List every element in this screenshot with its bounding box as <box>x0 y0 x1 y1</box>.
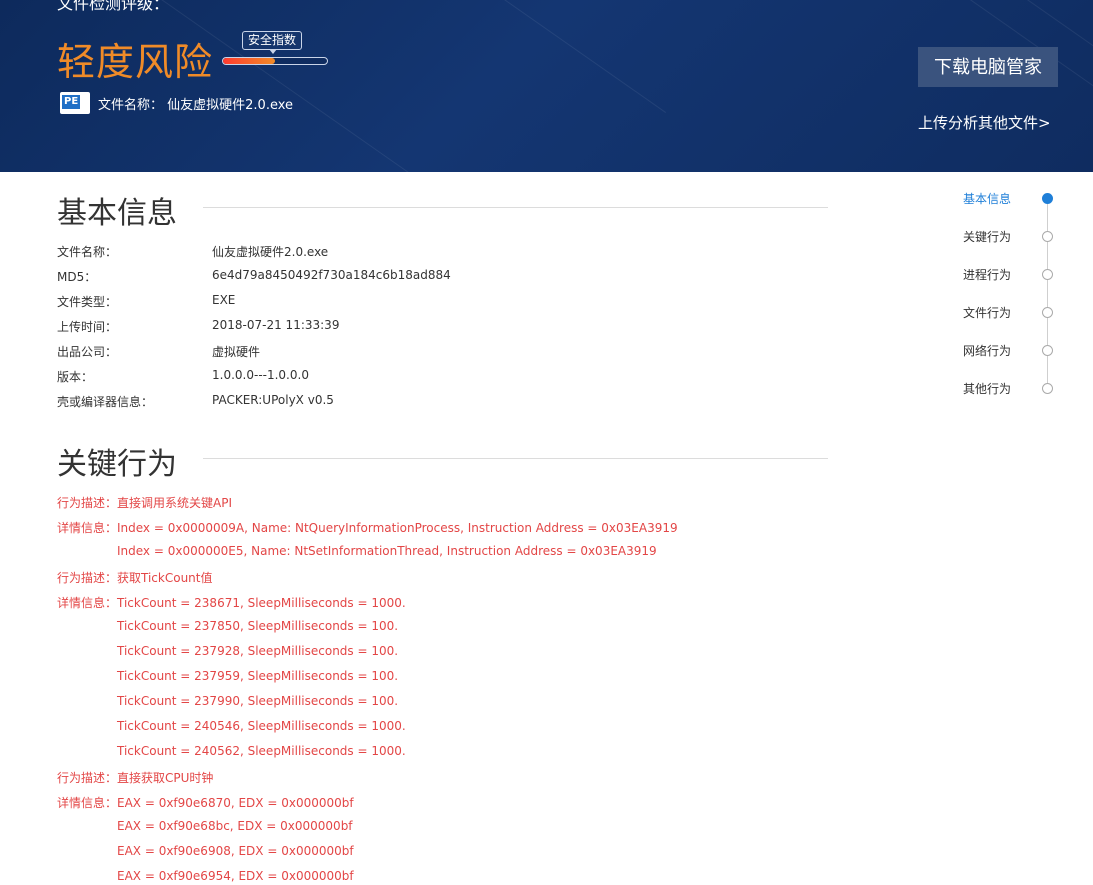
behavior-detail: 详情信息：Index = 0x0000009A, Name: NtQueryIn… <box>57 521 678 535</box>
info-value: 1.0.0.0---1.0.0.0 <box>212 368 309 382</box>
risk-level: 轻度风险 <box>57 40 214 84</box>
behavior-detail: 详情信息：EAX = 0xf90e6870, EDX = 0x000000bf <box>57 796 354 810</box>
info-key: MD5： <box>57 270 97 284</box>
info-value: 虚拟硬件 <box>212 345 261 359</box>
behavior-description: 行为描述：获取TickCount值 <box>57 571 213 585</box>
nav-dot-icon <box>1042 345 1053 356</box>
header-cut-title: 文件检测评级： <box>57 0 170 13</box>
pe-file-icon: PE <box>60 92 90 114</box>
behavior-detail: EAX = 0xf90e68bc, EDX = 0x000000bf <box>117 819 353 833</box>
behavior-detail: TickCount = 240546, SleepMilliseconds = … <box>117 719 406 733</box>
nav-dot-icon <box>1042 269 1053 280</box>
behavior-detail: EAX = 0xf90e6908, EDX = 0x000000bf <box>117 844 354 858</box>
info-value: 6e4d79a8450492f730a184c6b18ad884 <box>212 268 451 282</box>
nav-dot-icon <box>1042 383 1053 394</box>
download-manager-button[interactable]: 下载电脑管家 <box>918 47 1058 87</box>
basic-info-divider <box>203 207 828 208</box>
behavior-detail: 详情信息：TickCount = 238671, SleepMillisecon… <box>57 596 406 610</box>
nav-item-label: 文件行为 <box>963 306 1012 320</box>
nav-item[interactable]: 文件行为 <box>940 301 1060 321</box>
file-name-label: 文件名称： <box>98 98 164 113</box>
file-name-value: 仙友虚拟硬件2.0.exe <box>167 98 294 113</box>
behavior-description: 行为描述：直接调用系统关键API <box>57 496 232 510</box>
info-key: 出品公司： <box>57 345 118 359</box>
nav-item[interactable]: 进程行为 <box>940 263 1060 283</box>
nav-dot-icon <box>1042 231 1053 242</box>
behavior-detail: TickCount = 237990, SleepMilliseconds = … <box>117 694 399 708</box>
section-nav: 基本信息关键行为进程行为文件行为网络行为其他行为 <box>940 185 1070 405</box>
upload-other-file-link[interactable]: 上传分析其他文件> <box>918 112 1051 133</box>
info-key: 版本： <box>57 370 94 384</box>
behavior-description: 行为描述：直接获取CPU时钟 <box>57 771 214 785</box>
info-value: 仙友虚拟硬件2.0.exe <box>212 245 329 259</box>
behavior-detail: TickCount = 237928, SleepMilliseconds = … <box>117 644 399 658</box>
nav-item-label: 网络行为 <box>963 344 1012 358</box>
nav-dot-icon <box>1042 307 1053 318</box>
safety-meter <box>222 57 328 65</box>
nav-item[interactable]: 关键行为 <box>940 225 1060 245</box>
safety-index-badge: 安全指数 <box>242 31 303 54</box>
info-key: 上传时间： <box>57 320 118 334</box>
nav-item[interactable]: 基本信息 <box>940 187 1060 207</box>
safety-meter-fill <box>223 58 275 64</box>
nav-dot-icon <box>1042 193 1053 204</box>
info-key: 文件类型： <box>57 295 118 309</box>
pe-label: PE <box>62 95 81 109</box>
nav-item-label: 关键行为 <box>963 230 1012 244</box>
basic-info-title: 基本信息 <box>57 196 177 231</box>
behavior-detail: TickCount = 240562, SleepMilliseconds = … <box>117 744 406 758</box>
nav-item-label: 进程行为 <box>963 268 1012 282</box>
nav-item-label: 基本信息 <box>963 192 1012 206</box>
info-key: 壳或编译器信息： <box>57 395 154 409</box>
info-key: 文件名称： <box>57 245 118 259</box>
info-value: EXE <box>212 293 236 307</box>
info-value: PACKER:UPolyX v0.5 <box>212 393 334 407</box>
nav-item[interactable]: 其他行为 <box>940 377 1060 397</box>
behavior-detail: EAX = 0xf90e6954, EDX = 0x000000bf <box>117 869 354 883</box>
info-value: 2018-07-21 11:33:39 <box>212 318 340 332</box>
key-behavior-title: 关键行为 <box>57 447 177 482</box>
report-header: 文件检测评级： 轻度风险 安全指数 PE 文件名称： 仙友虚拟硬件2.0.exe… <box>0 0 1093 172</box>
key-behavior-divider <box>203 458 828 459</box>
nav-item-label: 其他行为 <box>963 382 1012 396</box>
nav-item[interactable]: 网络行为 <box>940 339 1060 359</box>
file-name-line: 文件名称： 仙友虚拟硬件2.0.exe <box>98 94 293 113</box>
behavior-detail: TickCount = 237959, SleepMilliseconds = … <box>117 669 399 683</box>
behavior-detail: Index = 0x000000E5, Name: NtSetInformati… <box>117 544 657 558</box>
behavior-detail: TickCount = 237850, SleepMilliseconds = … <box>117 619 399 633</box>
